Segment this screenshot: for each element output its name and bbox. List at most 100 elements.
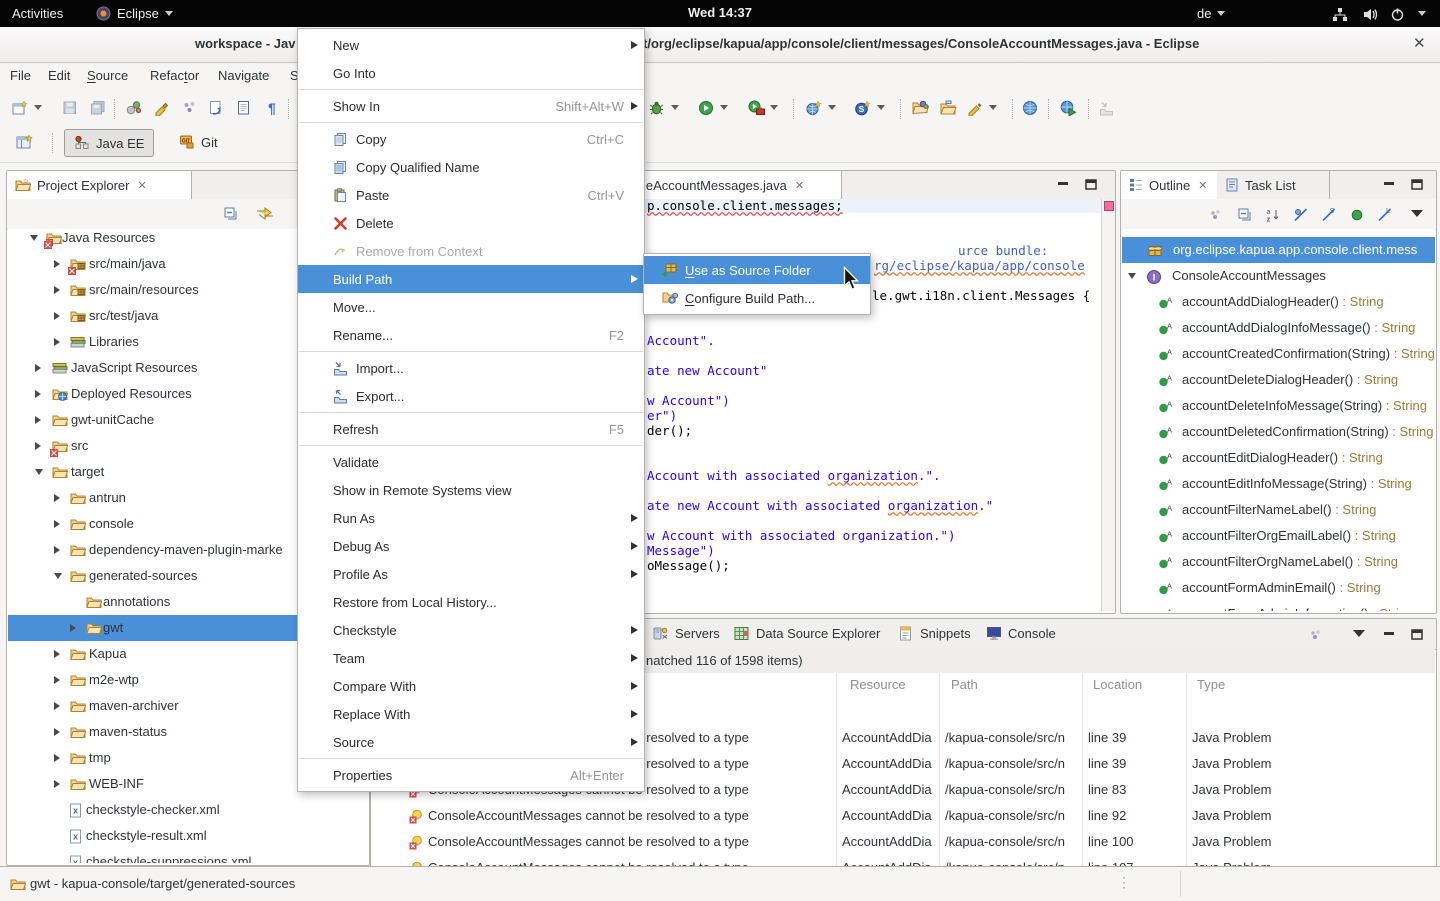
dropdown-arrow-icon[interactable] [989, 105, 997, 110]
outline-method-row[interactable]: AaccountFilterNameLabel() : String [1122, 497, 1435, 523]
tab-task-list[interactable]: Task List [1217, 171, 1330, 200]
toolbar-openfolder-button[interactable] [936, 96, 960, 120]
outline-method-row[interactable]: AaccountEditDialogHeader() : String [1122, 445, 1435, 471]
tree-expander-icon[interactable] [54, 546, 60, 554]
outline-method-row[interactable]: AaccountFilterOrgNameLabel() : String [1122, 549, 1435, 575]
column-header-resource[interactable]: Resource [850, 677, 906, 692]
menu-item-team[interactable]: Team [298, 644, 644, 672]
marker-row[interactable]: ConsoleAccountMessages cannot be resolve… [372, 803, 1435, 829]
perspective-git[interactable]: GIT Git [170, 129, 227, 155]
tree-expander-icon[interactable] [54, 676, 60, 684]
view-menu-icon[interactable] [1411, 210, 1423, 217]
menu-item-import-[interactable]: Import... [298, 354, 644, 382]
tree-expander-icon[interactable] [54, 754, 60, 762]
close-icon[interactable]: ✕ [137, 179, 146, 192]
tree-expander-icon[interactable] [35, 416, 41, 424]
menu-item-move-[interactable]: Move... [298, 293, 644, 321]
menu-item-paste[interactable]: PasteCtrl+V [298, 181, 644, 209]
toolbar-saveall-button[interactable] [86, 96, 110, 120]
tab-snippets[interactable]: Snippets [898, 619, 971, 648]
outline-hide-static-button[interactable]: S [1321, 206, 1337, 223]
tree-item-checkstyle-suppressions-xml[interactable]: xcheckstyle-suppressions.xml [8, 849, 368, 863]
menu-item-show-in-remote-systems-view[interactable]: Show in Remote Systems view [298, 476, 644, 504]
tree-expander-icon[interactable] [54, 650, 60, 658]
tree-expander-icon[interactable] [54, 728, 60, 736]
tab-data-source-explorer[interactable]: Data Source Explorer [734, 619, 880, 648]
outline-method-row[interactable]: AaccountCreatedConfirmation(String) : St… [1122, 341, 1435, 367]
outline-dots-button[interactable] [1209, 206, 1224, 223]
marker-row[interactable]: ConsoleAccountMessages cannot be resolve… [372, 855, 1435, 866]
power-icon[interactable] [1390, 6, 1405, 22]
menubar-item-source[interactable]: Source [87, 68, 128, 83]
menu-item-refresh[interactable]: RefreshF5 [298, 415, 644, 443]
outline-method-row[interactable]: AaccountFormAdminEmail() : String [1122, 575, 1435, 601]
menu-item-checkstyle[interactable]: Checkstyle [298, 616, 644, 644]
outline-package-row[interactable]: org.eclipse.kapua.app.console.client.mes… [1122, 237, 1435, 263]
menubar-item-file[interactable]: File [10, 68, 31, 83]
window-close-button[interactable]: ✕ [1413, 34, 1426, 52]
toolbar-globeplay-button[interactable] [1056, 96, 1080, 120]
tree-expander-icon[interactable] [54, 573, 62, 579]
tree-expander-icon[interactable] [54, 702, 60, 710]
open-perspective-icon[interactable] [16, 134, 34, 150]
toolbar-globe-button[interactable] [1018, 96, 1042, 120]
outline-sort-az-button[interactable]: az [1265, 206, 1281, 223]
toolbar-pen-button[interactable] [963, 96, 987, 120]
chevron-down-icon[interactable] [1418, 11, 1426, 16]
menu-item-remove-from-context[interactable]: Remove from Context [298, 237, 644, 265]
menu-item-validate[interactable]: Validate [298, 448, 644, 476]
dropdown-arrow-icon[interactable] [877, 105, 885, 110]
window-titlebar[interactable]: workspace - Jav t/org/eclipse/kapua/app/… [0, 27, 1440, 63]
column-header-type[interactable]: Type [1197, 677, 1225, 692]
dropdown-arrow-icon[interactable] [34, 105, 42, 110]
minimize-icon[interactable] [1383, 178, 1397, 190]
dropdown-arrow-icon[interactable] [770, 105, 778, 110]
tab-project-explorer[interactable]: Project Explorer ✕ [7, 171, 192, 200]
tab-servers[interactable]: Servers [653, 619, 720, 648]
tree-expander-icon[interactable] [54, 260, 60, 268]
toolbar-brush-button[interactable] [150, 96, 174, 120]
outline-type-row[interactable]: IConsoleAccountMessages [1122, 263, 1435, 289]
dropdown-arrow-icon[interactable] [671, 105, 679, 110]
menu-item-export-[interactable]: Export... [298, 382, 644, 410]
toolbar-save-button[interactable] [58, 96, 82, 120]
link-with-editor-icon[interactable] [255, 205, 275, 221]
menubar-item-edit[interactable]: Edit [48, 68, 70, 83]
menu-item-delete[interactable]: Delete [298, 209, 644, 237]
menu-item-compare-with[interactable]: Compare With [298, 672, 644, 700]
toolbar-pilcrow-button[interactable]: ¶ [260, 96, 284, 120]
dropdown-arrow-icon[interactable] [828, 105, 836, 110]
menu-item-copy[interactable]: CopyCtrl+C [298, 125, 644, 153]
tree-expander-icon[interactable] [35, 364, 41, 372]
tree-expander-icon[interactable] [1128, 273, 1136, 279]
menubar-item-refactor[interactable]: Refactor [150, 68, 199, 83]
menu-item-rename-[interactable]: Rename...F2 [298, 321, 644, 349]
submenu-item-use-as-source-folder[interactable]: Use as Source Folder [644, 256, 870, 284]
toolbar-play-button[interactable] [694, 96, 718, 120]
menu-item-build-path[interactable]: Build Path [298, 265, 644, 293]
menu-item-new[interactable]: New [298, 31, 644, 59]
tree-expander-icon[interactable] [70, 624, 76, 632]
menu-item-go-into[interactable]: Go Into [298, 59, 644, 87]
keyboard-layout-indicator[interactable]: de [1197, 0, 1225, 27]
maximize-icon[interactable] [1411, 628, 1425, 640]
menu-item-run-as[interactable]: Run As [298, 504, 644, 532]
error-marker[interactable] [1104, 201, 1114, 211]
dropdown-arrow-icon[interactable] [720, 105, 728, 110]
toolbar-sstar-button[interactable]: S [851, 96, 875, 120]
tree-item-checkstyle-checker-xml[interactable]: xcheckstyle-checker.xml [8, 797, 368, 823]
menubar-item-navigate[interactable]: Navigate [218, 68, 269, 83]
column-header-path[interactable]: Path [951, 677, 978, 692]
menu-item-debug-as[interactable]: Debug As [298, 532, 644, 560]
toolbar-playbox-button[interactable] [744, 96, 768, 120]
menu-item-replace-with[interactable]: Replace With [298, 700, 644, 728]
menu-item-properties[interactable]: PropertiesAlt+Enter [298, 761, 644, 789]
overview-ruler[interactable] [1101, 199, 1115, 611]
outline-hide-fields-button[interactable] [1293, 206, 1309, 223]
tree-expander-icon[interactable] [35, 390, 41, 398]
outline-method-row[interactable]: AaccountFilterOrgEmailLabel() : String [1122, 523, 1435, 549]
tab-console[interactable]: Console [986, 619, 1056, 648]
view-toolbar-dots-icon[interactable] [1309, 627, 1323, 643]
tree-expander-icon[interactable] [35, 469, 43, 475]
toolbar-bug-button[interactable] [645, 96, 669, 120]
